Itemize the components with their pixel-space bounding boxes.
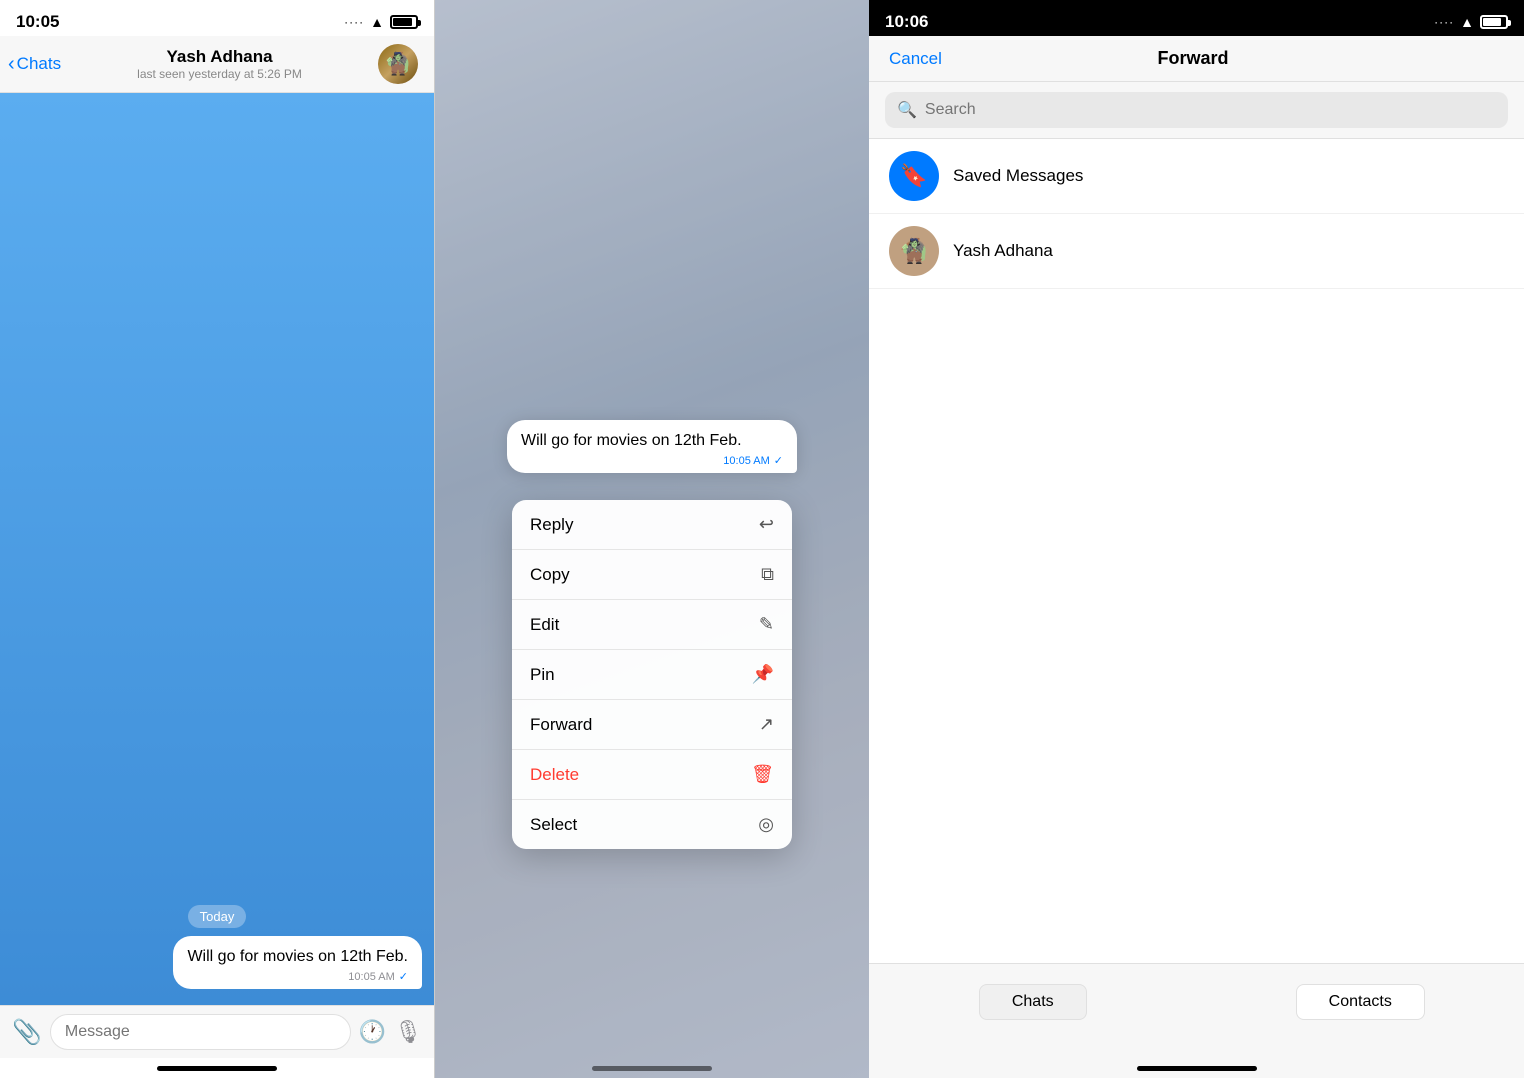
search-icon: 🔍 [897, 100, 917, 120]
mic-button[interactable]: 🎙 [394, 1019, 422, 1045]
chat-status: last seen yesterday at 5:26 PM [137, 67, 302, 81]
chat-header-center: Yash Adhana last seen yesterday at 5:26 … [69, 47, 370, 81]
input-bar: 📎 🕐 🎙 [0, 1005, 434, 1058]
contact-item-saved[interactable]: 🔖 Saved Messages [869, 139, 1524, 214]
preview-message-text: Will go for movies on 12th Feb. [521, 430, 783, 452]
message-input[interactable] [50, 1014, 351, 1050]
contacts-tab-button[interactable]: Contacts [1296, 984, 1425, 1020]
context-delete[interactable]: Delete 🗑 [512, 750, 792, 800]
message-text: Will go for movies on 12th Feb. [187, 946, 408, 968]
back-label: Chats [17, 54, 61, 74]
forward-label: Forward [530, 715, 592, 735]
search-input-wrap: 🔍 [885, 92, 1508, 128]
contacts-list: 🔖 Saved Messages 🧌 Yash Adhana [869, 139, 1524, 963]
signal-icon-3: ···· [1434, 15, 1454, 29]
battery-icon [390, 15, 418, 29]
wifi-icon-3: ▲ [1460, 14, 1474, 30]
context-forward[interactable]: Forward ↗ [512, 700, 792, 750]
forward-title: Forward [1157, 48, 1228, 69]
date-badge: Today [12, 908, 422, 926]
select-label: Select [530, 815, 577, 835]
message-time: 10:05 AM [348, 971, 394, 983]
back-button[interactable]: ‹ Chats [8, 54, 61, 74]
preview-message-time: 10:05 AM [723, 455, 769, 467]
avatar-image: 🧌 [378, 44, 418, 84]
tab-chats[interactable]: Chats [869, 976, 1197, 1028]
context-copy[interactable]: Copy ⧉ [512, 550, 792, 600]
chat-screen: 10:05 ···· ▲ ‹ Chats Yash Adhana last se… [0, 0, 435, 1078]
preview-check-icon: ✓ [774, 454, 783, 467]
saved-messages-name: Saved Messages [953, 166, 1083, 186]
status-time-3: 10:06 [885, 12, 928, 32]
signal-icon: ···· [344, 15, 364, 29]
pin-icon: 📌 [752, 664, 774, 685]
search-input[interactable] [925, 101, 1496, 119]
contact-item-yash[interactable]: 🧌 Yash Adhana [869, 214, 1524, 289]
status-icons-3: ···· ▲ [1434, 14, 1508, 30]
bottom-tabs: Chats Contacts [869, 963, 1524, 1058]
forward-screen: 10:06 ···· ▲ Cancel Forward 🔍 🔖 Saved Me… [869, 0, 1524, 1078]
context-menu-screen: Will go for movies on 12th Feb. 10:05 AM… [435, 0, 869, 1078]
yash-name: Yash Adhana [953, 241, 1053, 261]
emoji-button[interactable]: 🕐 [359, 1019, 386, 1045]
home-indicator [0, 1058, 434, 1078]
home-bar-3 [1137, 1066, 1257, 1071]
pin-label: Pin [530, 665, 555, 685]
status-icons: ···· ▲ [344, 14, 418, 30]
edit-label: Edit [530, 615, 559, 635]
message-check-icon: ✓ [399, 970, 408, 983]
saved-messages-avatar: 🔖 [889, 151, 939, 201]
copy-icon: ⧉ [761, 564, 774, 585]
reply-label: Reply [530, 515, 573, 535]
delete-icon: 🗑 [751, 764, 774, 785]
select-icon: ◎ [758, 814, 774, 835]
forward-header: Cancel Forward [869, 36, 1524, 82]
edit-icon: ✎ [759, 614, 774, 635]
home-indicator-3 [869, 1058, 1524, 1078]
date-label: Today [188, 905, 247, 928]
message-bubble[interactable]: Will go for movies on 12th Feb. 10:05 AM… [173, 936, 422, 989]
battery-icon-3 [1480, 15, 1508, 29]
avatar[interactable]: 🧌 [378, 44, 418, 84]
reply-icon: ↩ [759, 514, 774, 535]
tab-contacts[interactable]: Contacts [1197, 976, 1524, 1028]
yash-avatar-icon: 🧌 [899, 237, 929, 266]
yash-avatar: 🧌 [889, 226, 939, 276]
bookmark-icon: 🔖 [900, 163, 927, 189]
context-menu: Reply ↩ Copy ⧉ Edit ✎ Pin 📌 Forward ↗ De… [512, 500, 792, 849]
context-reply[interactable]: Reply ↩ [512, 500, 792, 550]
chat-body: Today Will go for movies on 12th Feb. 10… [0, 93, 434, 1005]
chevron-left-icon: ‹ [8, 54, 15, 74]
message-bubble-preview: Will go for movies on 12th Feb. 10:05 AM… [507, 420, 797, 473]
home-bar-2 [592, 1066, 712, 1071]
preview-message-meta: 10:05 AM ✓ [521, 454, 783, 467]
chat-name: Yash Adhana [166, 47, 272, 67]
chats-tab-button[interactable]: Chats [979, 984, 1087, 1020]
context-pin[interactable]: Pin 📌 [512, 650, 792, 700]
chat-header: ‹ Chats Yash Adhana last seen yesterday … [0, 36, 434, 93]
delete-label: Delete [530, 765, 579, 785]
search-bar: 🔍 [869, 82, 1524, 139]
context-edit[interactable]: Edit ✎ [512, 600, 792, 650]
copy-label: Copy [530, 565, 570, 585]
home-bar [157, 1066, 277, 1071]
forward-icon: ↗ [759, 714, 774, 735]
cancel-button[interactable]: Cancel [889, 49, 942, 69]
context-select[interactable]: Select ◎ [512, 800, 792, 849]
message-meta: 10:05 AM ✓ [187, 970, 408, 983]
wifi-icon: ▲ [370, 14, 384, 30]
status-bar-3: 10:06 ···· ▲ [869, 0, 1524, 36]
home-indicator-2 [435, 1058, 869, 1078]
status-bar: 10:05 ···· ▲ [0, 0, 434, 36]
status-time: 10:05 [16, 12, 59, 32]
attach-button[interactable]: 📎 [12, 1018, 42, 1047]
